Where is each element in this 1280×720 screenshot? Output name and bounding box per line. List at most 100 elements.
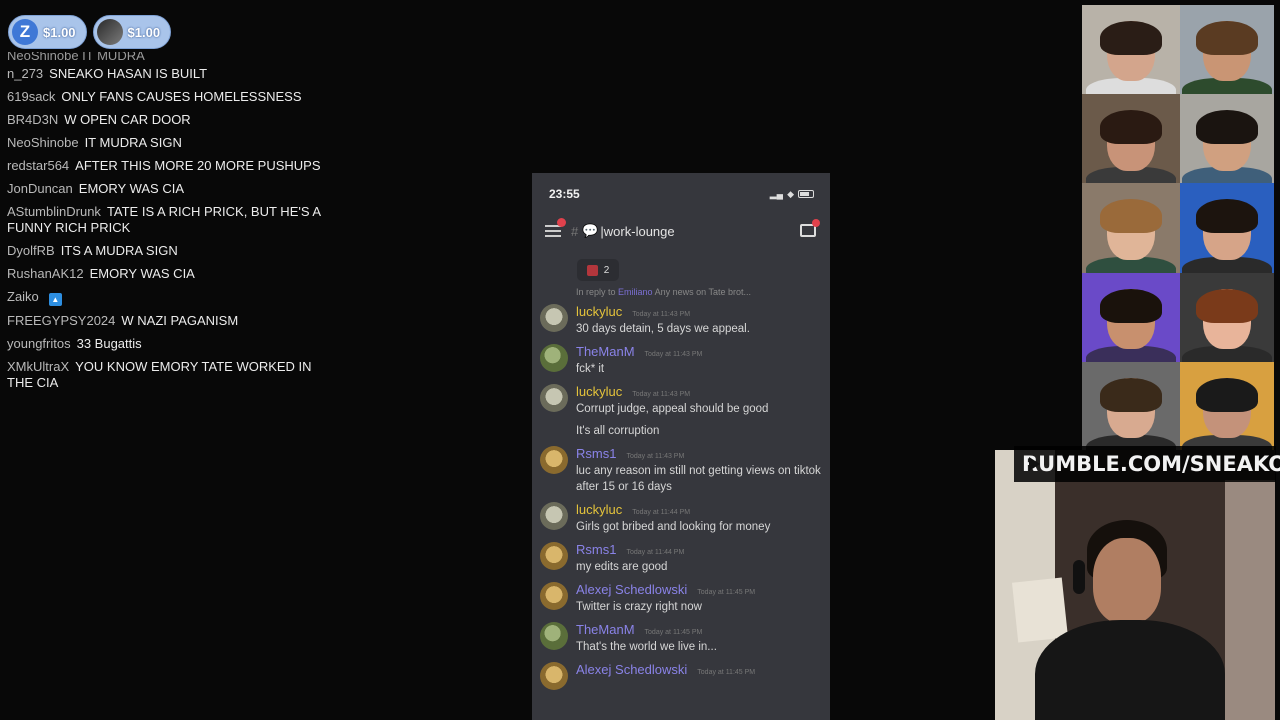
tip-pill[interactable]: $1.00 xyxy=(92,15,172,49)
webcam-tile xyxy=(1082,272,1180,362)
status-icons: ▂▄ ◆ xyxy=(770,189,814,200)
message-text: It's all corruption xyxy=(576,425,660,437)
reply-preview[interactable]: In reply to Emiliano Any news on Tate br… xyxy=(576,287,830,297)
message-timestamp: Today at 11:43 PM xyxy=(632,391,691,398)
message-timestamp: Today at 11:45 PM xyxy=(697,669,756,676)
webcam-tile xyxy=(1082,183,1180,273)
reaction-chip[interactable]: 2 xyxy=(577,259,619,281)
chat-text: 33 Bugattis xyxy=(76,336,142,351)
chat-message: FREEGYPSY2024 W NAZI PAGANISM xyxy=(7,313,327,329)
avatar[interactable] xyxy=(540,304,568,332)
message-timestamp: Today at 11:43 PM xyxy=(644,351,703,358)
message-username[interactable]: luckyluc xyxy=(576,384,622,399)
message-text: luc any reason im still not getting view… xyxy=(576,465,821,493)
chat-username[interactable]: n_273 xyxy=(7,66,43,81)
chat-text: W OPEN CAR DOOR xyxy=(64,112,191,127)
chat-message: JonDuncan EMORY WAS CIA xyxy=(7,181,327,197)
chat-username[interactable]: 619sack xyxy=(7,89,55,104)
discord-message[interactable]: Alexej Schedlowski Today at 11:45 PM Twitt… xyxy=(532,582,830,615)
chat-text: W NAZI PAGANISM xyxy=(121,313,239,328)
chat-message: Zaiko ▲ xyxy=(7,289,327,306)
avatar[interactable] xyxy=(540,662,568,690)
discord-message[interactable]: Alexej Schedlowski Today at 11:45 PM xyxy=(532,662,830,690)
message-username[interactable]: Alexej Schedlowski xyxy=(576,582,687,597)
chat-username[interactable]: AStumblinDrunk xyxy=(7,204,101,219)
message-username[interactable]: Alexej Schedlowski xyxy=(576,662,687,677)
message-text: 30 days detain, 5 days we appeal. xyxy=(576,323,750,335)
chat-text: EMORY WAS CIA xyxy=(89,266,195,281)
avatar[interactable] xyxy=(540,384,568,412)
chat-message: NeoShinobe IT MUDRA SIGN xyxy=(7,135,327,151)
avatar[interactable] xyxy=(540,502,568,530)
chat-message: DyolfRB ITS A MUDRA SIGN xyxy=(7,243,327,259)
chat-username[interactable]: XMkUltraX xyxy=(7,359,69,374)
message-text: Twitter is crazy right now xyxy=(576,601,702,613)
avatar[interactable] xyxy=(540,622,568,650)
chat-text: IT MUDRA SIGN xyxy=(84,135,182,150)
message-text: That's the world we live in... xyxy=(576,641,717,653)
chat-message: BR4D3N W OPEN CAR DOOR xyxy=(7,112,327,128)
webcam-tile xyxy=(1180,183,1274,273)
message-username[interactable]: Rsms1 xyxy=(576,542,616,557)
tip-pill[interactable]: Z $1.00 xyxy=(8,15,87,49)
webcam-tile xyxy=(1180,94,1274,184)
chat-username[interactable]: Zaiko xyxy=(7,289,39,304)
avatar[interactable] xyxy=(540,582,568,610)
avatar[interactable] xyxy=(540,542,568,570)
avatar[interactable] xyxy=(540,344,568,372)
menu-icon[interactable] xyxy=(545,218,566,237)
message-username[interactable]: TheManM xyxy=(576,344,635,359)
discord-message[interactable]: luckyluc Today at 11:44 PM Girls got bribe… xyxy=(532,502,830,535)
inbox-icon[interactable] xyxy=(800,219,820,237)
status-clock: 23:55 xyxy=(549,187,580,201)
chat-username[interactable]: JonDuncan xyxy=(7,181,73,196)
speech-bubble-icon: 💬 xyxy=(582,223,599,238)
rumble-banner[interactable]: RUMBLE.COM/SNEAKO xyxy=(1014,446,1280,482)
message-username[interactable]: luckyluc xyxy=(576,304,622,319)
chat-text: AFTER THIS MORE 20 MORE PUSHUPS xyxy=(75,158,321,173)
message-timestamp: Today at 11:44 PM xyxy=(626,549,685,556)
discord-message[interactable]: luckyluc Today at 11:43 PM Corrupt judge, … xyxy=(532,384,830,439)
chat-username[interactable]: RushanAK12 xyxy=(7,266,84,281)
message-username[interactable]: Rsms1 xyxy=(576,446,616,461)
webcam-tile xyxy=(1180,5,1274,95)
hash-icon: # xyxy=(571,223,579,239)
message-text: Corrupt judge, appeal should be good xyxy=(576,403,769,415)
discord-phone-screen: 23:55 ▂▄ ◆ # 💬 |work-lounge 2 In reply t… xyxy=(532,173,830,720)
chat-username[interactable]: redstar564 xyxy=(7,158,69,173)
channel-header: # 💬 |work-lounge xyxy=(532,215,830,247)
notification-dot xyxy=(557,218,566,227)
tip-avatar xyxy=(96,19,123,45)
message-timestamp: Today at 11:43 PM xyxy=(626,453,685,460)
discord-message[interactable]: Rsms1 Today at 11:43 PM luc any reason im … xyxy=(532,446,830,495)
chat-username[interactable]: NeoShinobe xyxy=(7,135,79,150)
discord-message[interactable]: TheManM Today at 11:45 PM That's the world… xyxy=(532,622,830,655)
message-timestamp: Today at 11:43 PM xyxy=(632,311,691,318)
chat-username[interactable]: youngfritos xyxy=(7,336,71,351)
chat-message: XMkUltraX YOU KNOW EMORY TATE WORKED IN T… xyxy=(7,359,327,391)
status-bar: 23:55 ▂▄ ◆ xyxy=(532,173,830,215)
avatar[interactable] xyxy=(540,446,568,474)
webcam-tile xyxy=(1082,94,1180,184)
message-timestamp: Today at 11:44 PM xyxy=(632,509,691,516)
chat-username[interactable]: DyolfRB xyxy=(7,243,55,258)
channel-name: |work-lounge xyxy=(600,223,675,239)
discord-message[interactable]: Rsms1 Today at 11:44 PM my edits are good xyxy=(532,542,830,575)
webcam-grid xyxy=(1082,5,1274,451)
tip-avatar: Z xyxy=(12,19,38,45)
message-text: my edits are good xyxy=(576,561,668,573)
chat-message: n_273 SNEAKO HASAN IS BUILT xyxy=(7,66,327,82)
discord-message[interactable]: luckyluc Today at 11:43 PM 30 days detain,… xyxy=(532,304,830,337)
wifi-icon: ◆ xyxy=(787,188,794,199)
reply-text: Any news on Tate brot... xyxy=(654,287,751,297)
message-timestamp: Today at 11:45 PM xyxy=(697,589,756,596)
discord-message[interactable]: TheManM Today at 11:43 PM fck* it xyxy=(532,344,830,377)
tip-bar: Z $1.00 $1.00 xyxy=(8,15,172,49)
webcam-tile xyxy=(1082,5,1180,95)
emote-icon: ▲ xyxy=(48,293,62,306)
chat-username[interactable]: BR4D3N xyxy=(7,112,58,127)
message-username[interactable]: luckyluc xyxy=(576,502,622,517)
chat-message: youngfritos 33 Bugattis xyxy=(7,336,327,352)
chat-username[interactable]: FREEGYPSY2024 xyxy=(7,313,115,328)
message-username[interactable]: TheManM xyxy=(576,622,635,637)
